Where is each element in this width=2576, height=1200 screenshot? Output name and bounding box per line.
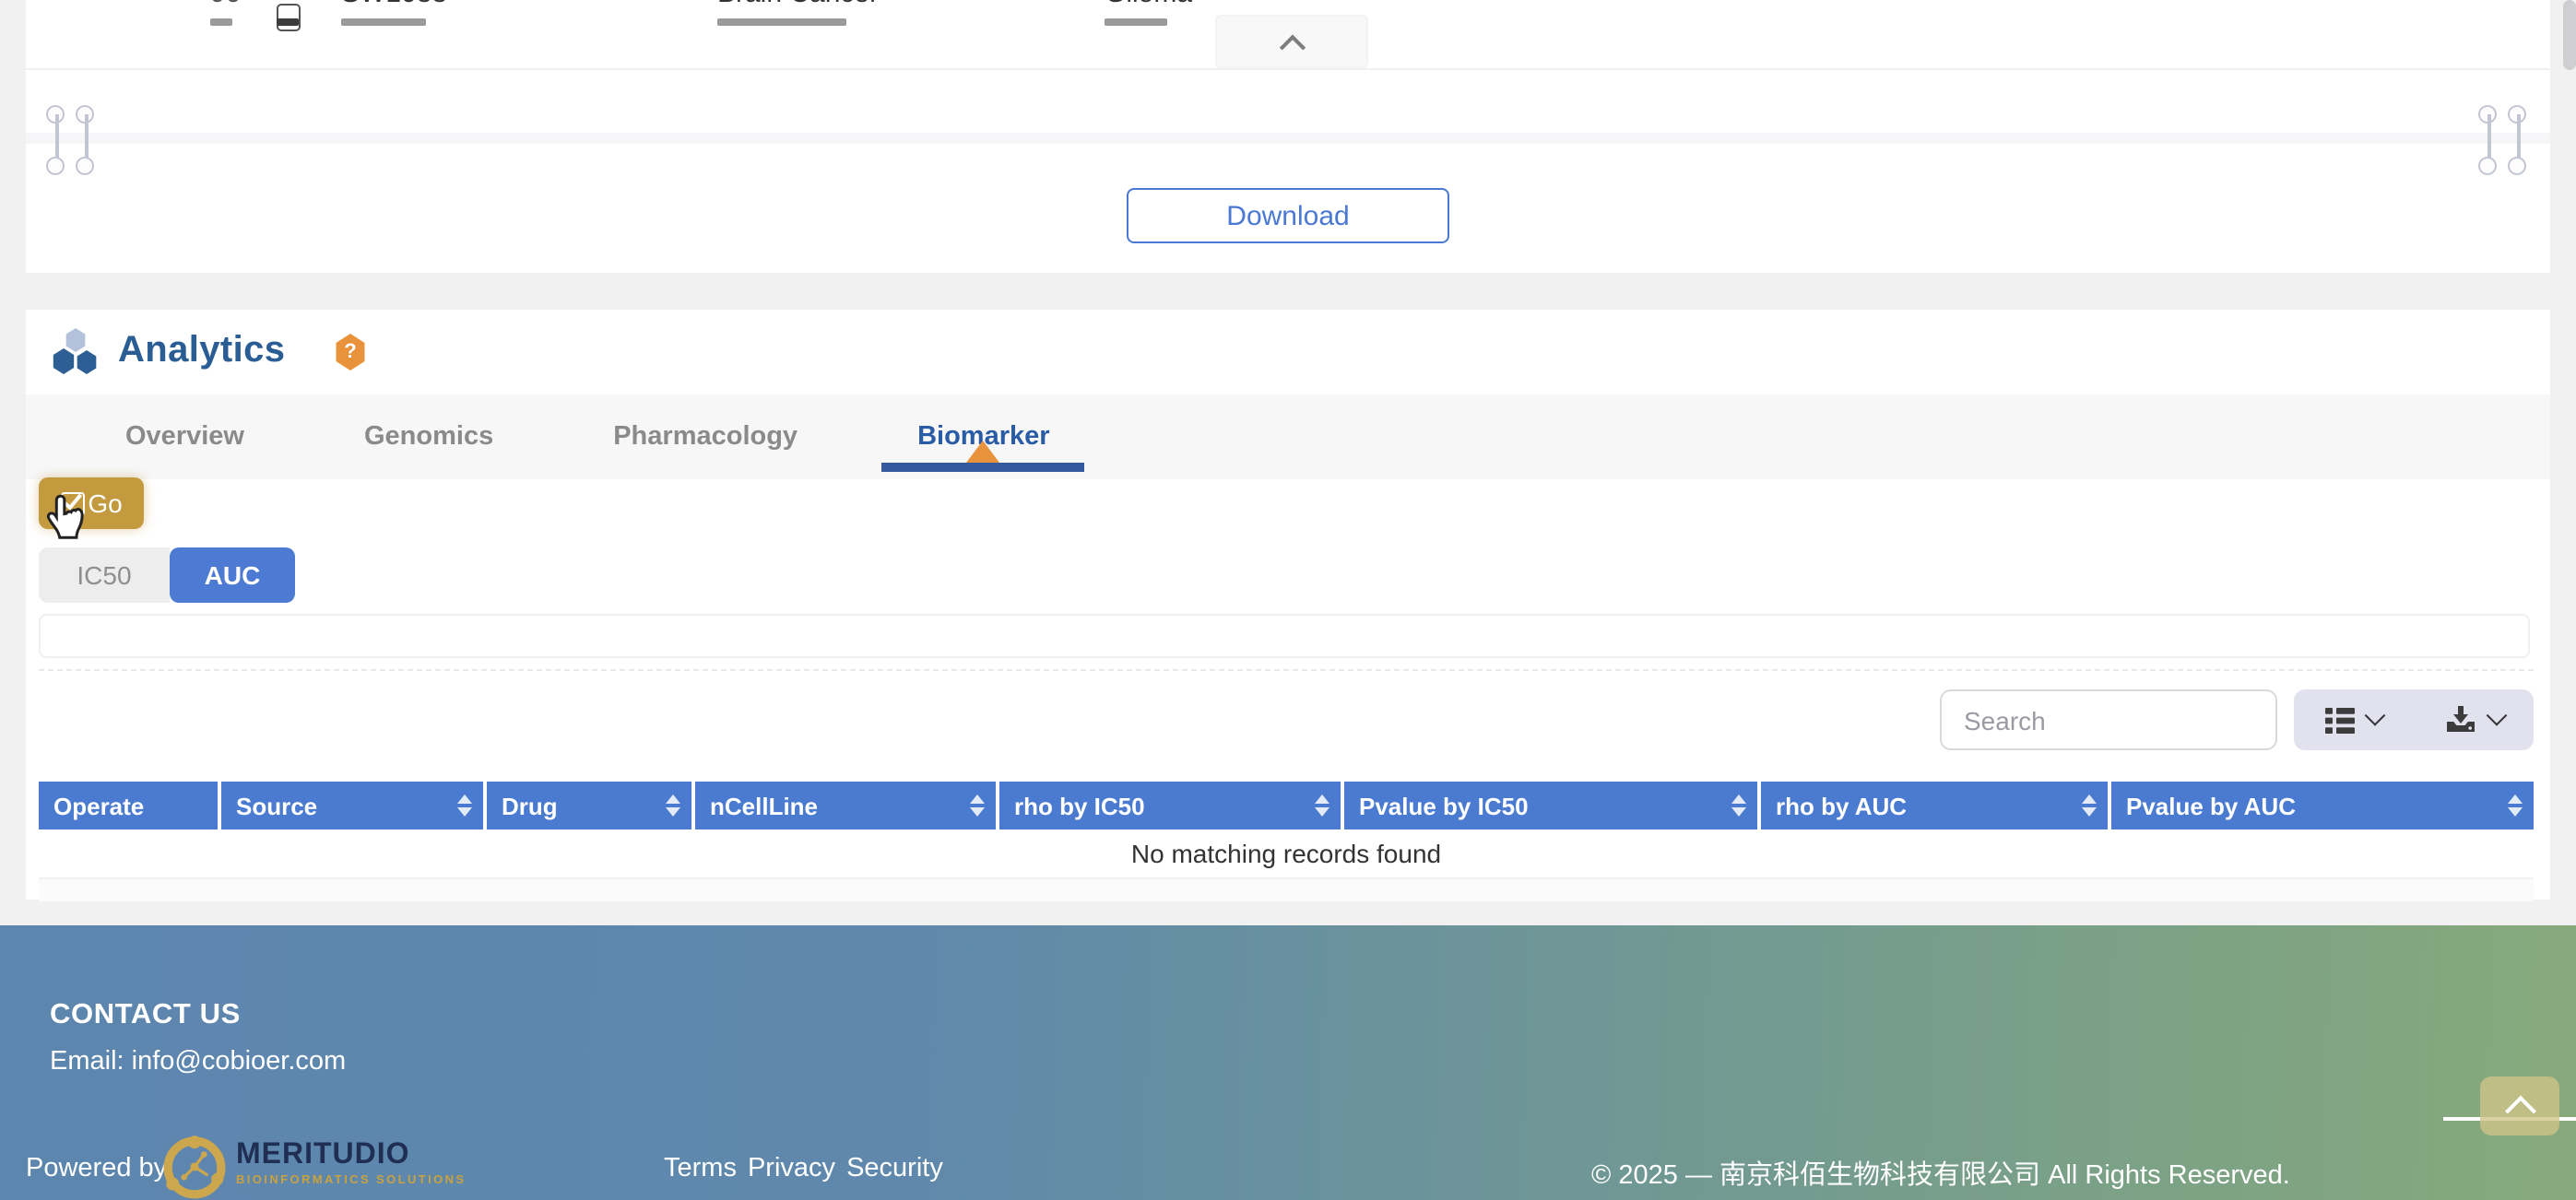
column-header-drug[interactable]: Drug <box>487 782 695 829</box>
column-header-pvalue-by-ic50[interactable]: Pvalue by IC50 <box>1344 782 1761 829</box>
panel-seam <box>26 133 2550 144</box>
chevron-down-icon <box>2486 704 2507 725</box>
brand-subtitle: BIOINFORMATICS SOLUTIONS <box>236 1176 466 1188</box>
cancer-type: Brain Cancer <box>717 0 879 9</box>
toggle-label: AUC <box>205 560 261 590</box>
toggle-label: IC50 <box>77 560 131 590</box>
privacy-link[interactable]: Privacy <box>748 1154 835 1183</box>
sort-icon <box>970 794 985 817</box>
drag-handle-icon[interactable] <box>46 105 66 175</box>
chevron-down-icon <box>2365 704 2386 725</box>
go-button-label: Go <box>88 488 122 518</box>
tab-label: Pharmacology <box>613 422 798 452</box>
scrollbar-thumb[interactable] <box>2563 0 2576 70</box>
table-empty-message: No matching records found <box>39 829 2534 877</box>
column-label: Operate <box>53 792 144 819</box>
metric-toggle: IC50 AUC <box>39 547 295 603</box>
search-input[interactable] <box>1940 689 2277 750</box>
tab-genomics[interactable]: Genomics <box>364 394 493 479</box>
scroll-to-top-button[interactable] <box>2480 1076 2559 1135</box>
column-label: Pvalue by AUC <box>2126 792 2296 819</box>
chevron-up-icon <box>1279 34 1305 60</box>
columns-icon <box>2325 707 2355 733</box>
tab-label: Overview <box>125 422 244 452</box>
tab-pharmacology[interactable]: Pharmacology <box>613 394 798 479</box>
column-header-rho-by-auc[interactable]: rho by AUC <box>1761 782 2111 829</box>
cell-line-name: SW1088 <box>341 0 447 9</box>
toggle-auc-button[interactable]: AUC <box>170 547 295 603</box>
sort-icon <box>1315 794 1329 817</box>
drag-handle-icon[interactable] <box>76 105 96 175</box>
column-header-source[interactable]: Source <box>221 782 487 829</box>
column-label: Source <box>236 792 317 819</box>
sort-icon <box>457 794 472 817</box>
sort-icon <box>2082 794 2097 817</box>
column-label: rho by IC50 <box>1014 792 1145 819</box>
go-button[interactable]: Go <box>39 477 144 529</box>
column-header-ncellline[interactable]: nCellLine <box>695 782 999 829</box>
meritudio-logo-icon <box>162 1135 227 1200</box>
footer-links: Terms Privacy Security <box>664 1154 943 1183</box>
clipboard-icon[interactable] <box>277 4 301 31</box>
active-tab-underline <box>882 463 1085 472</box>
tab-biomarker[interactable]: Biomarker <box>917 394 1049 479</box>
column-header-operate[interactable]: Operate <box>39 782 221 829</box>
collapse-table-button[interactable] <box>1215 15 1368 68</box>
page: 90 SW1088 Brain Cancer Glioma Download <box>0 0 2576 1200</box>
footer: CONTACT US Email: info@cobioer.com Power… <box>0 925 2576 1200</box>
column-header-rho-by-ic50[interactable]: rho by IC50 <box>999 782 1344 829</box>
checkbox-icon <box>60 491 84 515</box>
copyright-text: © 2025 — 南京科佰生物科技有限公司 All Rights Reserve… <box>1591 1154 2290 1193</box>
top-panel: 90 SW1088 Brain Cancer Glioma Download <box>26 0 2550 273</box>
help-icon[interactable]: ? <box>334 334 367 371</box>
table-footer-strip <box>39 877 2534 901</box>
sort-icon <box>666 794 680 817</box>
drag-handle-icon[interactable] <box>2508 105 2528 175</box>
clipped-table: 90 SW1088 Brain Cancer Glioma <box>26 0 2550 70</box>
export-download-icon <box>2444 706 2476 734</box>
download-button[interactable]: Download <box>1127 188 1449 243</box>
column-header-pvalue-by-auc[interactable]: Pvalue by AUC <box>2111 782 2534 829</box>
column-label: rho by AUC <box>1776 792 1907 819</box>
contact-email: Email: info@cobioer.com <box>50 1047 346 1076</box>
toggle-ic50-button[interactable]: IC50 <box>39 547 170 603</box>
chevron-up-icon <box>2504 1096 2535 1127</box>
export-dropdown-button[interactable] <box>2414 689 2534 750</box>
drag-handle-icon[interactable] <box>2478 105 2499 175</box>
brand-wordmark: MERITUDIO BIOINFORMATICS SOLUTIONS <box>236 1141 466 1188</box>
tab-overview[interactable]: Overview <box>125 394 244 479</box>
analytics-tabbar: Overview Genomics Pharmacology Biomarker <box>26 394 2550 479</box>
analytics-header: Analytics ? <box>26 310 2550 396</box>
sort-icon <box>2508 794 2523 817</box>
columns-dropdown-button[interactable] <box>2294 689 2414 750</box>
column-label: Pvalue by IC50 <box>1359 792 1529 819</box>
divider <box>39 669 2534 671</box>
row-index: 90 <box>210 0 241 9</box>
empty-filter-panel <box>39 614 2530 658</box>
column-label: nCellLine <box>710 792 818 819</box>
cancer-subtype: Glioma <box>1105 0 1192 9</box>
download-button-label: Download <box>1226 200 1349 231</box>
biomarker-table-header: Operate Source Drug nCellLine rho by IC5… <box>39 782 2534 829</box>
page-title: Analytics <box>118 330 285 372</box>
analytics-hexagon-icon <box>52 328 101 376</box>
sort-icon <box>1731 794 1746 817</box>
security-link[interactable]: Security <box>846 1154 943 1183</box>
column-label: Drug <box>502 792 558 819</box>
contact-heading: CONTACT US <box>50 999 241 1032</box>
terms-link[interactable]: Terms <box>664 1154 737 1183</box>
table-toolbar-buttons <box>2294 689 2534 750</box>
powered-by-label: Powered by <box>26 1154 167 1183</box>
tab-label: Genomics <box>364 422 493 452</box>
analytics-card: Analytics ? Overview Genomics Pharmacolo… <box>26 310 2550 900</box>
brand-name: MERITUDIO <box>236 1141 466 1171</box>
active-tab-arrow-icon <box>967 441 1000 463</box>
